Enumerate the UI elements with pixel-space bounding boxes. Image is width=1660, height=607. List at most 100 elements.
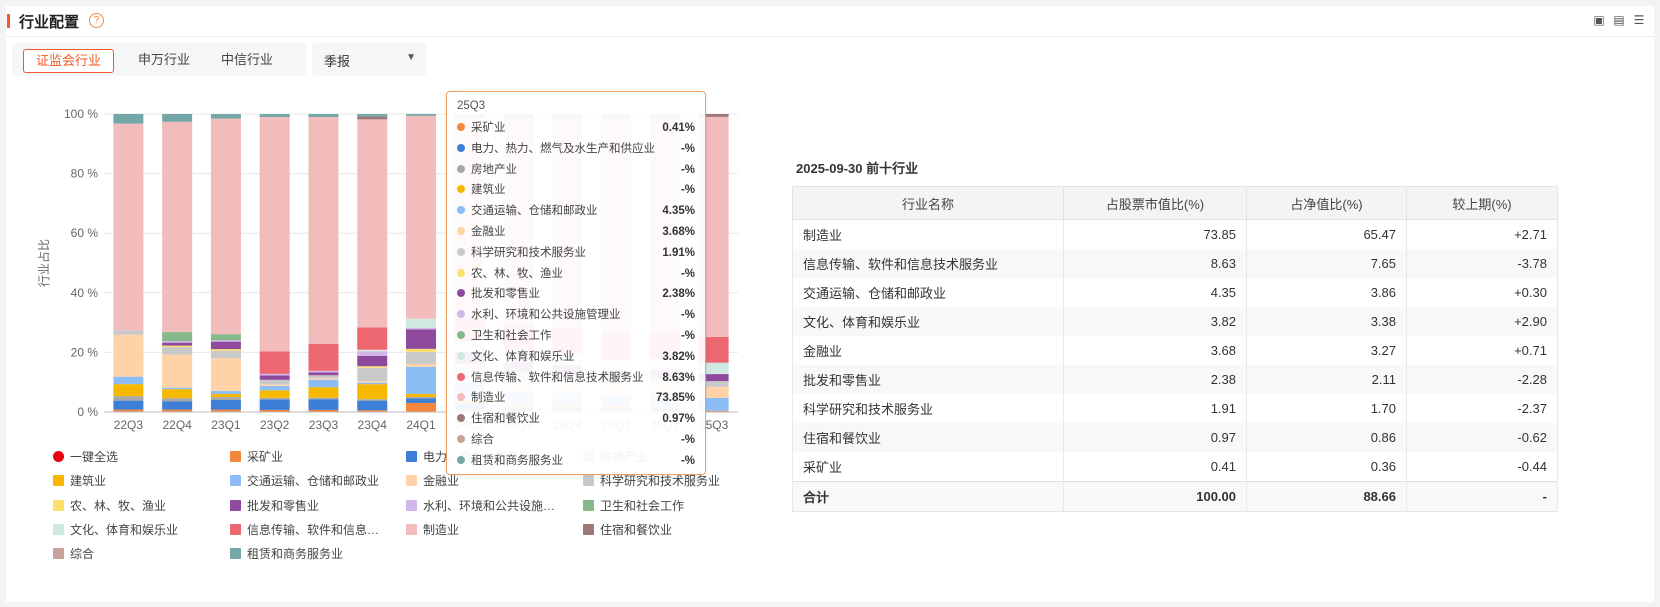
legend-swatch	[406, 451, 417, 462]
tooltip-series-value: 3.82%	[662, 350, 695, 363]
cell-change: +2.71	[1406, 219, 1558, 249]
tooltip-dot	[457, 123, 465, 131]
legend-item[interactable]: 金融业	[406, 473, 459, 489]
bar-segment	[162, 347, 193, 355]
legend-item[interactable]: 建筑业	[53, 473, 106, 489]
cell-industry-name: 住宿和餐饮业	[792, 423, 1064, 452]
list-menu-icon[interactable]: ☰	[1632, 13, 1646, 27]
tooltip-dot	[457, 351, 465, 360]
period-select[interactable]: 季报 ▼	[312, 43, 426, 76]
excel-export-icon[interactable]: ▤	[1612, 13, 1626, 27]
bar-segment	[210, 358, 241, 392]
tooltip-row: 房地产业 -%	[457, 162, 695, 178]
tooltip-series-name: 信息传输、软件和信息技术服务业	[471, 371, 644, 384]
legend-item[interactable]: 交通运输、仓储和邮政业	[230, 473, 379, 489]
tab-csrc[interactable]: 证监会行业	[23, 49, 114, 73]
bar-segment	[162, 341, 193, 343]
bar-segment	[210, 350, 241, 359]
col-header-stock-ratio[interactable]: 占股票市值比(%)	[1063, 186, 1247, 220]
tooltip-row: 交通运输、仓储和邮政业 4.35%	[457, 203, 695, 219]
bar-segment	[406, 351, 436, 364]
cell-industry-name: 采矿业	[792, 452, 1064, 482]
tooltip-series-value: 3.68%	[662, 226, 695, 238]
legend-item[interactable]: 信息传输、软件和信息…	[230, 522, 379, 538]
tab-shenwan[interactable]: 申万行业	[128, 49, 200, 71]
legend-item[interactable]: 水利、环境和公共设施…	[406, 498, 555, 514]
bar-segment	[162, 398, 193, 402]
cell-industry-name: 文化、体育和娱乐业	[792, 307, 1064, 336]
table-row: 金融业 3.68 3.27 +0.71	[792, 336, 1558, 365]
x-tick-label: 24Q1	[406, 418, 436, 432]
y-tick-label: 40 %	[71, 286, 99, 300]
x-tick-label: 23Q3	[309, 418, 339, 432]
tooltip-row: 制造业 73.85%	[457, 390, 695, 406]
legend-item[interactable]: 制造业	[406, 522, 459, 538]
cell-industry-name: 交通运输、仓储和邮政业	[792, 278, 1064, 307]
tooltip-series-name: 文化、体育和娱乐业	[471, 350, 575, 363]
tooltip-row: 建筑业 -%	[457, 182, 695, 198]
tab-citic[interactable]: 中信行业	[211, 49, 283, 71]
tooltip-dot	[457, 164, 465, 173]
table-row: 交通运输、仓储和邮政业 4.35 3.86 +0.30	[792, 278, 1558, 307]
image-export-icon[interactable]: ▣	[1592, 13, 1606, 27]
bar-segment	[357, 381, 388, 383]
legend-item[interactable]: 农、林、牧、渔业	[53, 498, 166, 514]
legend-swatch	[583, 475, 594, 486]
col-header-name[interactable]: 行业名称	[792, 186, 1064, 220]
tooltip-row: 文化、体育和娱乐业 3.82%	[457, 349, 695, 365]
legend-item[interactable]: 综合	[53, 546, 94, 562]
bar-segment	[357, 367, 388, 382]
cell-nav-ratio: 3.38	[1246, 307, 1407, 336]
cell-industry-name: 信息传输、软件和信息技术服务业	[792, 249, 1064, 278]
tooltip-series-name: 租赁和商务服务业	[471, 454, 563, 467]
cell-change: -3.78	[1406, 249, 1558, 278]
bar-segment	[162, 387, 193, 390]
tooltip-series-value: -%	[680, 330, 695, 342]
tooltip-series-name: 住宿和餐饮业	[471, 413, 540, 426]
bar-segment	[357, 119, 388, 328]
bar-segment	[308, 378, 339, 380]
tooltip-dot	[457, 331, 465, 339]
bar-segment	[357, 114, 388, 117]
legend-item[interactable]: 住宿和餐饮业	[583, 522, 672, 538]
tooltip-series-value: -%	[680, 184, 695, 197]
legend-label: 综合	[70, 547, 95, 561]
help-icon[interactable]: ?	[89, 13, 104, 28]
tooltip-series-value: -%	[680, 309, 695, 322]
legend-item[interactable]: 批发和零售业	[230, 498, 319, 514]
y-tick-label: 60 %	[71, 226, 99, 240]
bar-segment	[308, 375, 339, 379]
cell-nav-ratio: 1.70	[1246, 394, 1407, 423]
bar-segment	[259, 117, 290, 352]
bar-segment	[406, 398, 436, 403]
cell-nav-ratio: 0.36	[1246, 452, 1407, 482]
legend-item[interactable]: 卫生和社会工作	[583, 498, 684, 514]
bar-segment	[308, 399, 339, 410]
panel-header: 行业配置 ? ▣ ▤ ☰	[6, 6, 1654, 37]
bar-segment	[259, 397, 290, 400]
cell-stock-ratio: 100.00	[1063, 481, 1247, 512]
bar-segment	[259, 390, 290, 398]
cell-stock-ratio: 73.85	[1063, 219, 1247, 249]
legend-label: 文化、体育和娱乐业	[70, 523, 179, 537]
tooltip-row: 电力、热力、燃气及水生产和供应业 -%	[457, 141, 695, 157]
bar-segment	[308, 114, 339, 117]
cell-stock-ratio: 2.38	[1063, 365, 1247, 394]
bar-segment	[357, 384, 388, 400]
legend-item[interactable]: 文化、体育和娱乐业	[53, 522, 178, 538]
legend-select-all[interactable]: 一键全选	[53, 449, 118, 465]
tooltip-series-name: 建筑业	[471, 184, 506, 197]
tooltip-dot	[457, 268, 465, 277]
tooltip-dot	[457, 455, 465, 464]
legend-item[interactable]: 采矿业	[230, 449, 283, 465]
legend-item[interactable]: 租赁和商务服务业	[230, 546, 343, 562]
bar-segment	[162, 332, 193, 342]
col-header-change[interactable]: 较上期(%)	[1406, 186, 1558, 220]
bar-segment	[113, 396, 144, 401]
tooltip-series-name: 交通运输、仓储和邮政业	[471, 205, 598, 218]
col-header-nav-ratio[interactable]: 占净值比(%)	[1246, 186, 1407, 220]
bar-segment	[162, 345, 193, 348]
legend-item[interactable]: 科学研究和技术服务业	[583, 473, 720, 489]
tooltip-row: 水利、环境和公共设施管理业 -%	[457, 307, 695, 323]
legend-label: 科学研究和技术服务业	[600, 474, 721, 488]
